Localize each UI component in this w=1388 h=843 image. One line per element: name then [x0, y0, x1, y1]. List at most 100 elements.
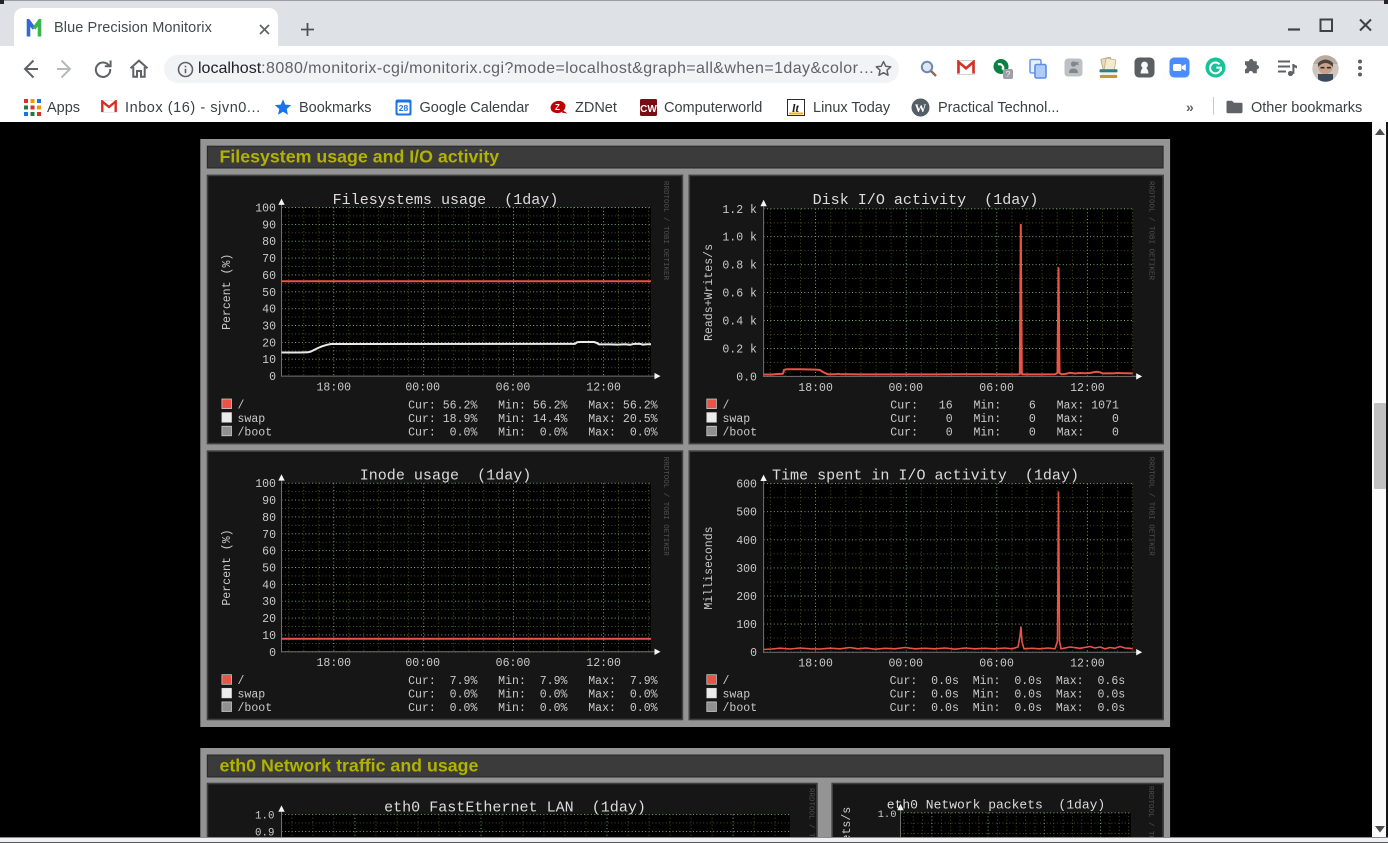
- svg-text:100: 100: [255, 478, 276, 491]
- svg-text:0: 0: [269, 647, 276, 660]
- svg-text:CW: CW: [640, 104, 657, 115]
- svg-text:Filesystems usage (1day): Filesystems usage (1day): [333, 191, 559, 209]
- svg-text:/: /: [238, 675, 245, 688]
- svg-text:swap: swap: [238, 413, 266, 426]
- svg-text:80: 80: [262, 512, 276, 525]
- svg-text:0: 0: [750, 647, 757, 660]
- svg-text:Inode usage (1day): Inode usage (1day): [360, 467, 532, 485]
- svg-text:1.0: 1.0: [255, 810, 274, 822]
- svg-text:/boot: /boot: [723, 702, 758, 715]
- svg-text:Time spent in I/O activity (1: Time spent in I/O activity (1day): [772, 467, 1079, 485]
- svg-text:00:00: 00:00: [888, 658, 923, 671]
- svg-text:Cur: 18.9% Min: 14.4% Max:: Cur: 18.9% Min: 14.4% Max: 20.5%: [408, 413, 658, 426]
- svg-text:18:00: 18:00: [798, 382, 833, 395]
- svg-text:Cur: 0.0% Min: 0.0% Max:: Cur: 0.0% Min: 0.0% Max: 0.0%: [408, 689, 658, 702]
- svg-text:50: 50: [262, 287, 276, 300]
- svg-text:90: 90: [262, 219, 276, 232]
- svg-text:Z: Z: [555, 103, 560, 112]
- svg-text:swap: swap: [723, 689, 751, 702]
- svg-text:Cur: 0.0s Min: 0.0s Max:: Cur: 0.0s Min: 0.0s Max: 0.0s: [890, 702, 1126, 715]
- svg-text:?: ?: [1006, 69, 1011, 79]
- svg-text:18:00: 18:00: [316, 657, 351, 670]
- svg-text:400: 400: [736, 535, 757, 548]
- svg-text:70: 70: [262, 529, 276, 542]
- svg-text:Cur: 0.0% Min: 0.0% Max:: Cur: 0.0% Min: 0.0% Max: 0.0%: [408, 702, 658, 715]
- svg-text:90: 90: [262, 495, 276, 508]
- svg-text:/: /: [723, 675, 730, 688]
- svg-text:70: 70: [262, 253, 276, 266]
- svg-text:60: 60: [262, 270, 276, 283]
- svg-text:12:00: 12:00: [1070, 658, 1105, 671]
- svg-text:28: 28: [399, 103, 409, 113]
- svg-text:W: W: [915, 103, 927, 115]
- svg-text:RRDTOOL / TOBI OETIKER: RRDTOOL / TOBI OETIKER: [661, 181, 669, 281]
- svg-text:300: 300: [736, 563, 757, 576]
- svg-text:100: 100: [255, 203, 276, 216]
- svg-text:30: 30: [262, 596, 276, 609]
- svg-text:10: 10: [262, 354, 276, 367]
- svg-text:0.2 k: 0.2 k: [722, 344, 757, 357]
- svg-text:Percent (%): Percent (%): [221, 529, 234, 605]
- svg-text:50: 50: [262, 563, 276, 576]
- svg-text:eth0 Network traffic and usage: eth0 Network traffic and usage: [220, 756, 479, 776]
- svg-text:20: 20: [262, 613, 276, 626]
- svg-text:Cur: 0 Min: 0 Max:: Cur: 0 Min: 0 Max: 0: [890, 427, 1119, 440]
- svg-text:0: 0: [269, 371, 276, 384]
- svg-text:10: 10: [262, 630, 276, 643]
- svg-text:06:00: 06:00: [979, 658, 1014, 671]
- svg-text:06:00: 06:00: [979, 382, 1014, 395]
- svg-text:Milliseconds: Milliseconds: [703, 526, 716, 609]
- svg-text:600: 600: [736, 479, 757, 492]
- svg-text:20: 20: [262, 337, 276, 350]
- svg-text:Percent (%): Percent (%): [221, 254, 234, 330]
- svg-text:RRDTOOL / TOBI OETIKER: RRDTOOL / TOBI OETIKER: [661, 457, 669, 557]
- svg-text:06:00: 06:00: [496, 657, 531, 670]
- svg-text:RRDTOOL / TOBI OETIKER: RRDTOOL / TOBI OETIKER: [1146, 786, 1154, 843]
- svg-text:Cur: 56.2% Min: 56.2% Max:: Cur: 56.2% Min: 56.2% Max: 56.2%: [408, 399, 658, 412]
- svg-text:00:00: 00:00: [405, 657, 440, 670]
- svg-text:Cur: 16 Min: 6 Max: 1: Cur: 16 Min: 6 Max: 1071: [890, 399, 1119, 412]
- svg-text:Reads+Writes/s: Reads+Writes/s: [703, 244, 716, 341]
- svg-text:200: 200: [736, 591, 757, 604]
- svg-text:30: 30: [262, 321, 276, 334]
- svg-text:/: /: [723, 399, 730, 412]
- svg-text:RRDTOOL / TOBI OETIKER: RRDTOOL / TOBI OETIKER: [1147, 181, 1155, 281]
- svg-text:0.8 k: 0.8 k: [722, 260, 757, 273]
- svg-text:40: 40: [262, 579, 276, 592]
- svg-text:1.0 k: 1.0 k: [722, 232, 757, 245]
- svg-text:00:00: 00:00: [405, 382, 440, 395]
- svg-text:18:00: 18:00: [798, 658, 833, 671]
- svg-text:Disk I/O activity (1day): Disk I/O activity (1day): [813, 191, 1039, 209]
- svg-text:Cur: 0.0s Min: 0.0s Max:: Cur: 0.0s Min: 0.0s Max: 0.0s: [890, 689, 1126, 702]
- svg-text:60: 60: [262, 546, 276, 559]
- svg-text:eth0 Network packets (1day): eth0 Network packets (1day): [887, 798, 1105, 813]
- svg-text:0.6 k: 0.6 k: [722, 288, 757, 301]
- svg-text:1.2 k: 1.2 k: [722, 204, 757, 217]
- svg-text:12:00: 12:00: [586, 657, 621, 670]
- svg-text:12:00: 12:00: [1070, 382, 1105, 395]
- svg-text:Cur: 0.0s Min: 0.0s Max:: Cur: 0.0s Min: 0.0s Max: 0.6s: [890, 675, 1126, 688]
- svg-text:Filesystem usage and I/O activ: Filesystem usage and I/O activity: [220, 147, 500, 167]
- svg-text:RRDTOOL / TOBI OETIKER: RRDTOOL / TOBI OETIKER: [807, 788, 815, 843]
- svg-text:0.0: 0.0: [736, 371, 757, 384]
- svg-text:/boot: /boot: [238, 702, 273, 715]
- svg-text:Cur: 7.9% Min: 7.9% Max:: Cur: 7.9% Min: 7.9% Max: 7.9%: [408, 675, 658, 688]
- svg-text:06:00: 06:00: [496, 382, 531, 395]
- svg-text:100: 100: [736, 619, 757, 632]
- svg-text:80: 80: [262, 236, 276, 249]
- svg-text:Cur: 0.0% Min: 0.0% Max:: Cur: 0.0% Min: 0.0% Max: 0.0%: [408, 427, 658, 440]
- svg-text:/boot: /boot: [723, 427, 758, 440]
- svg-text:RRDTOOL / TOBI OETIKER: RRDTOOL / TOBI OETIKER: [1147, 457, 1155, 557]
- svg-text:/: /: [238, 399, 245, 412]
- svg-text:0.4 k: 0.4 k: [722, 316, 757, 329]
- svg-text:eth0 FastEthernet LAN (1day): eth0 FastEthernet LAN (1day): [384, 799, 646, 817]
- svg-text:18:00: 18:00: [316, 382, 351, 395]
- svg-text:swap: swap: [238, 689, 266, 702]
- svg-text:/boot: /boot: [238, 427, 273, 440]
- svg-text:40: 40: [262, 304, 276, 317]
- svg-text:Cur: 0 Min: 0 Max:: Cur: 0 Min: 0 Max: 0: [890, 413, 1119, 426]
- svg-text:00:00: 00:00: [888, 382, 923, 395]
- svg-text:500: 500: [736, 507, 757, 520]
- svg-text:swap: swap: [723, 413, 751, 426]
- svg-text:12:00: 12:00: [586, 382, 621, 395]
